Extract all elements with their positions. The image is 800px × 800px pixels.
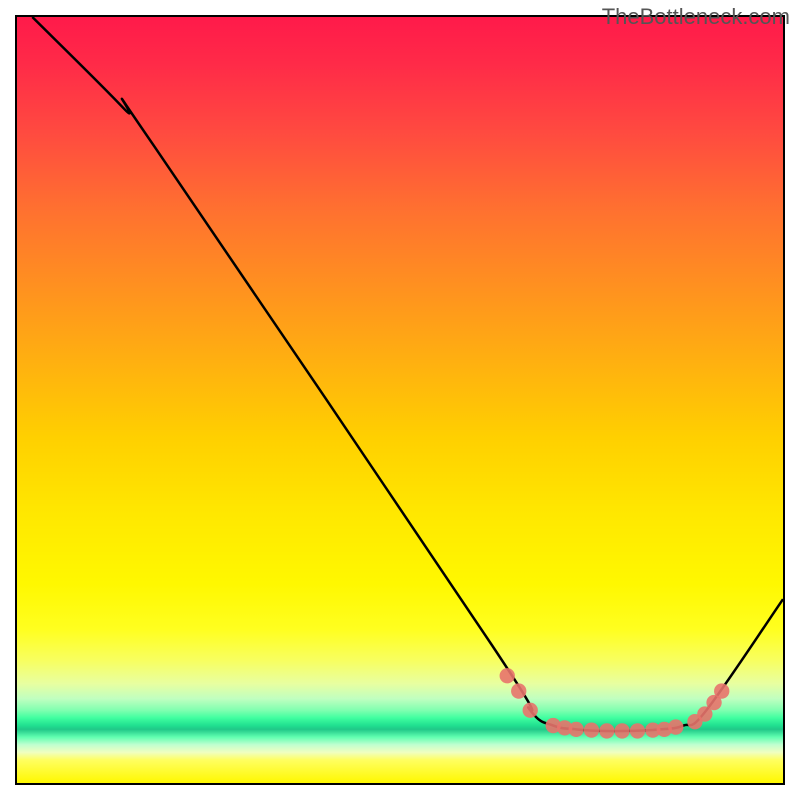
- curve-dot: [599, 723, 614, 738]
- curve-dot: [630, 723, 645, 738]
- curve-dot: [714, 683, 729, 698]
- chart-plot-area: [15, 15, 785, 785]
- optimal-range-dots: [500, 668, 730, 738]
- curve-dot: [500, 668, 515, 683]
- curve-dot: [668, 719, 683, 734]
- curve-dot: [511, 683, 526, 698]
- curve-dot: [523, 703, 538, 718]
- chart-svg: [17, 17, 783, 783]
- curve-dot: [614, 723, 629, 738]
- watermark-text: TheBottleneck.com: [602, 4, 790, 30]
- bottleneck-curve-line: [32, 17, 783, 731]
- curve-dot: [584, 722, 599, 737]
- curve-dot: [569, 722, 584, 737]
